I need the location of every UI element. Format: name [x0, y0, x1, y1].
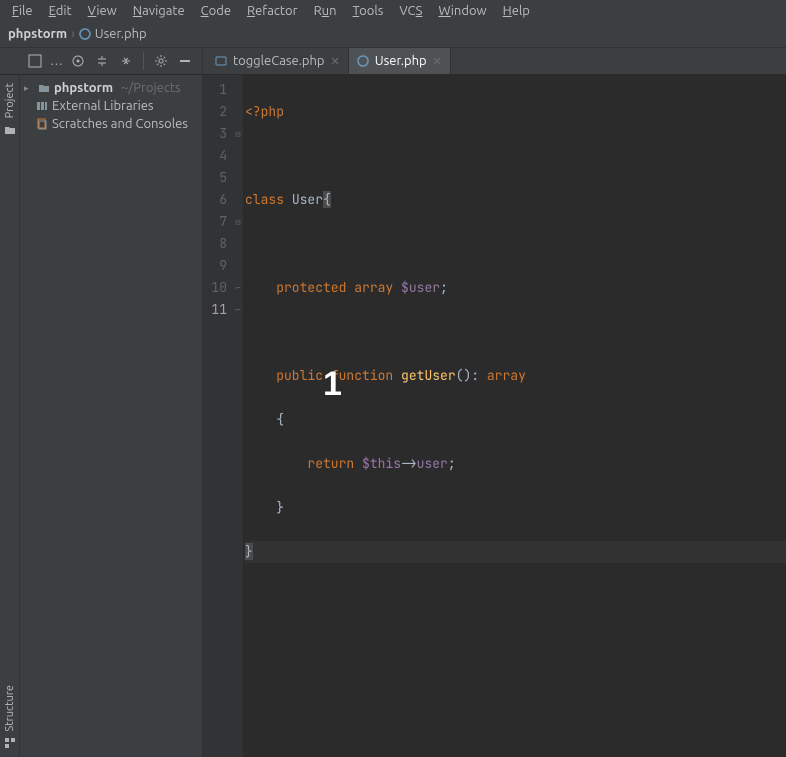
close-icon[interactable]: ✕: [331, 55, 340, 68]
fold-gutter[interactable]: ⊟ ⊟ ⌐ ⌐: [233, 75, 243, 757]
tab-togglecase[interactable]: toggleCase.php ✕: [207, 48, 349, 74]
target-icon[interactable]: [69, 52, 87, 70]
toolbar-row: … toggleCase.php ✕ User.php ✕: [0, 48, 786, 75]
select-opened-icon[interactable]: [26, 52, 44, 70]
menu-navigate[interactable]: Navigate: [125, 2, 193, 20]
fold-end-icon: ⌐: [233, 299, 243, 321]
chevron-right-icon[interactable]: ▸: [24, 83, 34, 94]
tool-window-strip-left: Project Structure: [0, 75, 20, 757]
menu-bar: File Edit View Navigate Code Refactor Ru…: [0, 0, 786, 21]
fold-end-icon: ⌐: [233, 277, 243, 299]
tree-scratches[interactable]: Scratches and Consoles: [20, 115, 202, 133]
fold-toggle-icon[interactable]: ⊟: [233, 123, 243, 145]
collapse-all-icon[interactable]: [117, 52, 135, 70]
menu-run[interactable]: Run: [306, 2, 345, 20]
structure-tool-tab[interactable]: Structure: [4, 685, 16, 732]
menu-file[interactable]: File: [4, 2, 41, 20]
gear-icon[interactable]: [152, 52, 170, 70]
breadcrumb-project[interactable]: phpstorm: [8, 27, 67, 41]
project-tool-tab[interactable]: Project: [4, 83, 16, 118]
tab-user[interactable]: User.php ✕: [349, 48, 451, 74]
menu-view[interactable]: View: [80, 2, 125, 20]
code-area[interactable]: <?php class User{ protected array $user;…: [243, 75, 786, 757]
tab-label: User.php: [375, 54, 427, 68]
php-file-icon: [79, 28, 91, 40]
menu-vcs[interactable]: VCS: [391, 2, 430, 20]
expand-all-icon[interactable]: [93, 52, 111, 70]
tree-project-root[interactable]: ▸ phpstorm ~/Projects: [20, 79, 202, 97]
close-icon[interactable]: ✕: [433, 55, 442, 68]
tree-external-libraries[interactable]: External Libraries: [20, 97, 202, 115]
breadcrumb-sep: ›: [71, 27, 75, 41]
editor-tabs: toggleCase.php ✕ User.php ✕: [207, 48, 451, 74]
toolbar-ellipsis[interactable]: …: [50, 54, 63, 68]
fold-toggle-icon[interactable]: ⊟: [233, 211, 243, 233]
tab-label: toggleCase.php: [233, 54, 325, 68]
scratches-icon: [36, 118, 48, 130]
breadcrumb: phpstorm › User.php: [0, 21, 786, 48]
library-icon: [36, 100, 48, 112]
php-file-icon: [357, 55, 369, 67]
structure-icon[interactable]: [4, 737, 16, 749]
menu-edit[interactable]: Edit: [41, 2, 80, 20]
menu-window[interactable]: Window: [430, 2, 494, 20]
folder-icon: [38, 82, 50, 94]
menu-help[interactable]: Help: [495, 2, 538, 20]
menu-refactor[interactable]: Refactor: [239, 2, 306, 20]
php-file-icon: [215, 55, 227, 67]
menu-tools[interactable]: Tools: [345, 2, 392, 20]
breadcrumb-file[interactable]: User.php: [79, 27, 147, 41]
project-tree[interactable]: ▸ phpstorm ~/Projects External Libraries…: [20, 75, 203, 757]
folder-icon[interactable]: [4, 124, 16, 136]
hide-icon[interactable]: [176, 52, 194, 70]
line-number-gutter[interactable]: 1 2 3 4 5 6 7 8 9 10 11: [203, 75, 233, 757]
menu-code[interactable]: Code: [193, 2, 239, 20]
code-editor[interactable]: 1 2 3 4 5 6 7 8 9 10 11 ⊟ ⊟ ⌐ ⌐ <?php cl…: [203, 75, 786, 757]
